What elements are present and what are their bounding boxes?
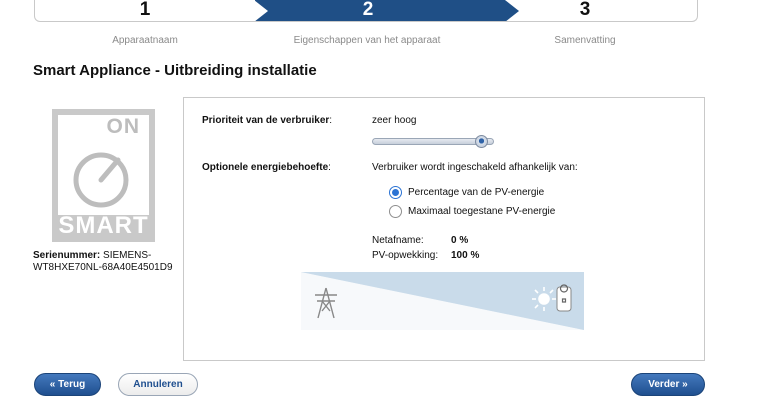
priority-label: Prioriteit van de verbruiker:	[202, 115, 333, 126]
radio-max-pv[interactable]	[389, 205, 402, 218]
power-pylon-icon	[315, 287, 337, 319]
energy-need-description: Verbruiker wordt ingeschakeld afhankelij…	[372, 162, 578, 173]
device-image-smart-text: SMART	[58, 212, 149, 239]
properties-panel: Prioriteit van de verbruiker: zeer hoog …	[183, 97, 705, 361]
next-button[interactable]: Verder »	[631, 373, 705, 396]
smart-appliance-image: ON SMART	[52, 109, 155, 242]
radio-pv-percentage[interactable]	[389, 186, 402, 199]
wizard-steps: 1 2 3	[34, 0, 698, 22]
grid-consumption-value: 0 %	[451, 235, 469, 246]
back-button[interactable]: « Terug	[34, 373, 101, 396]
grid-consumption-label: Netafname:	[372, 235, 424, 246]
step-3-label: Samenvatting	[554, 35, 616, 46]
radio-max-pv-label[interactable]: Maximaal toegestane PV-energie	[408, 206, 555, 217]
priority-value: zeer hoog	[372, 115, 417, 126]
energy-mix-graphic	[301, 272, 584, 330]
serial-number: Serienummer: SIEMENS-WT8HXE70NL-68A40E45…	[33, 250, 183, 274]
priority-slider-thumb[interactable]	[475, 135, 488, 148]
sun-icon	[532, 284, 572, 312]
step-1-number: 1	[139, 0, 151, 20]
page-title: Smart Appliance - Uitbreiding installati…	[33, 62, 317, 79]
energy-need-label: Optionele energiebehoefte:	[202, 162, 331, 173]
radio-pv-percentage-label[interactable]: Percentage van de PV-energie	[408, 187, 544, 198]
step-2-label: Eigenschappen van het apparaat	[293, 35, 441, 46]
step-1-label: Apparaatnaam	[112, 35, 178, 46]
serial-number-label: Serienummer:	[33, 250, 101, 261]
priority-slider[interactable]	[372, 135, 494, 148]
step-3-number: 3	[579, 0, 591, 20]
step-2-number: 2	[362, 0, 374, 20]
cancel-button[interactable]: Annuleren	[118, 373, 198, 396]
power-knob-icon	[73, 152, 129, 208]
pv-generation-label: PV-opwekking:	[372, 250, 439, 261]
device-image-on-text: ON	[106, 115, 140, 138]
pv-generation-value: 100 %	[451, 250, 480, 261]
